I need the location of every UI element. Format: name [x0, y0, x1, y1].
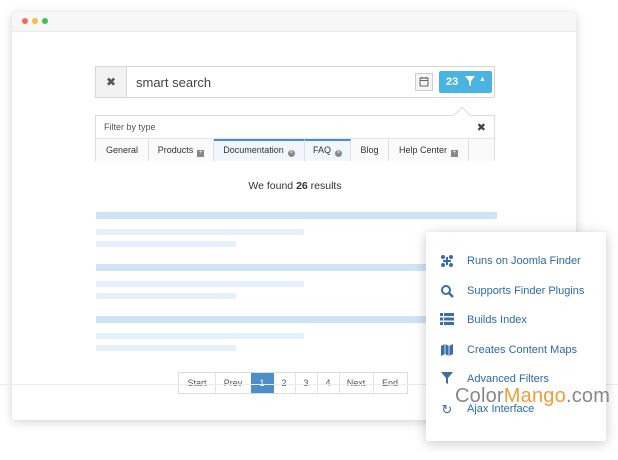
results-summary: We found 26 results [95, 180, 495, 192]
result-text-placeholder [96, 293, 236, 299]
joomla-icon [439, 254, 455, 270]
caret-up-icon: ▲ [479, 76, 486, 83]
filter-toggle-button[interactable]: 23 ▲ [439, 71, 492, 93]
result-text-placeholder [96, 333, 304, 339]
tab-label: FAQ [312, 145, 331, 155]
page-3[interactable]: 3 [295, 373, 318, 393]
feature-item: Supports Finder Plugins [426, 281, 606, 303]
filter-panel-title: Filter by type [104, 122, 156, 132]
maximize-window-button[interactable] [42, 18, 48, 24]
refresh-icon: ↻ [441, 402, 453, 417]
plus-icon[interactable]: + [451, 150, 459, 157]
result-text-placeholder [96, 345, 236, 351]
calendar-icon [419, 77, 429, 87]
close-window-button[interactable] [22, 18, 28, 24]
tab-help-center[interactable]: Help Center + [389, 139, 469, 161]
result-text-placeholder [96, 241, 236, 247]
filter-count: 23 [446, 76, 459, 88]
remove-icon[interactable]: × [335, 150, 342, 157]
pagination: Start Prev 1 2 3 4 Next End [178, 372, 408, 394]
feature-label: Creates Content Maps [467, 344, 578, 356]
window-titlebar [12, 12, 576, 32]
filter-panel: Filter by type ✖ General Products + Docum… [95, 115, 495, 161]
page-label: 3 [303, 378, 309, 388]
features-panel: Runs on Joomla Finder Supports Finder Pl… [426, 232, 606, 441]
tab-products[interactable]: Products + [149, 139, 214, 161]
clear-search-button[interactable]: ✖ [96, 67, 127, 97]
filter-icon [439, 372, 455, 388]
feature-item: Creates Content Maps [426, 340, 606, 362]
page-next[interactable]: Next [339, 373, 374, 393]
page-label: Next [346, 378, 366, 388]
page-label: End [381, 378, 398, 388]
page-prev[interactable]: Prev [215, 373, 252, 393]
results-suffix: results [307, 180, 342, 192]
list-icon [439, 313, 455, 329]
result-title-placeholder [96, 264, 426, 271]
remove-icon[interactable]: × [287, 150, 295, 157]
page-label: 4 [325, 378, 331, 388]
close-icon[interactable]: ✖ [477, 121, 486, 134]
result-title-placeholder [96, 212, 497, 219]
tab-faq[interactable]: FAQ × [305, 139, 351, 161]
map-icon [439, 343, 455, 359]
feature-label: Builds Index [467, 314, 527, 326]
page-label: 1 [259, 378, 265, 388]
tab-label: Blog [360, 145, 379, 155]
search-icon [439, 284, 455, 300]
feature-label: Runs on Joomla Finder [467, 255, 581, 267]
watermark-part: .com [565, 385, 611, 407]
feature-label: Advanced Filters [467, 373, 549, 385]
tab-blog[interactable]: Blog [351, 139, 389, 161]
close-icon: ✖ [105, 75, 117, 89]
tab-general[interactable]: General [96, 139, 149, 161]
feature-label: Supports Finder Plugins [467, 285, 585, 297]
page-label: Prev [223, 378, 243, 388]
results-count: 26 [296, 180, 308, 192]
tab-documentation[interactable]: Documentation × [214, 139, 305, 161]
filter-icon [465, 76, 475, 86]
page-start[interactable]: Start [179, 373, 216, 393]
plus-icon[interactable]: + [197, 150, 205, 157]
results-prefix: We found [248, 180, 297, 192]
page-label: 2 [281, 378, 287, 388]
calendar-button[interactable] [415, 73, 433, 91]
page-4[interactable]: 4 [317, 373, 340, 393]
page-end[interactable]: End [373, 373, 407, 393]
filter-tabs: General Products + Documentation × FAQ × Bl… [96, 138, 494, 161]
minimize-window-button[interactable] [32, 18, 38, 24]
watermark-part: Color [455, 385, 504, 407]
result-title-placeholder [96, 316, 426, 323]
tab-label: Products [157, 145, 194, 155]
search-bar: ✖ 23 ▲ [95, 66, 495, 98]
feature-item: Runs on Joomla Finder [426, 251, 606, 273]
tab-label: General [105, 145, 139, 155]
search-input[interactable] [136, 74, 396, 90]
result-text-placeholder [96, 281, 304, 287]
result-text-placeholder [96, 229, 304, 235]
watermark: ColorMango.com [455, 385, 610, 408]
tab-label: Documentation [223, 145, 284, 155]
page-label: Start [187, 378, 207, 388]
tab-label: Help Center [398, 145, 448, 155]
feature-item: Builds Index [426, 310, 606, 332]
watermark-part: Mango [503, 385, 566, 407]
page-2[interactable]: 2 [273, 373, 296, 393]
page-1[interactable]: 1 [251, 373, 274, 393]
